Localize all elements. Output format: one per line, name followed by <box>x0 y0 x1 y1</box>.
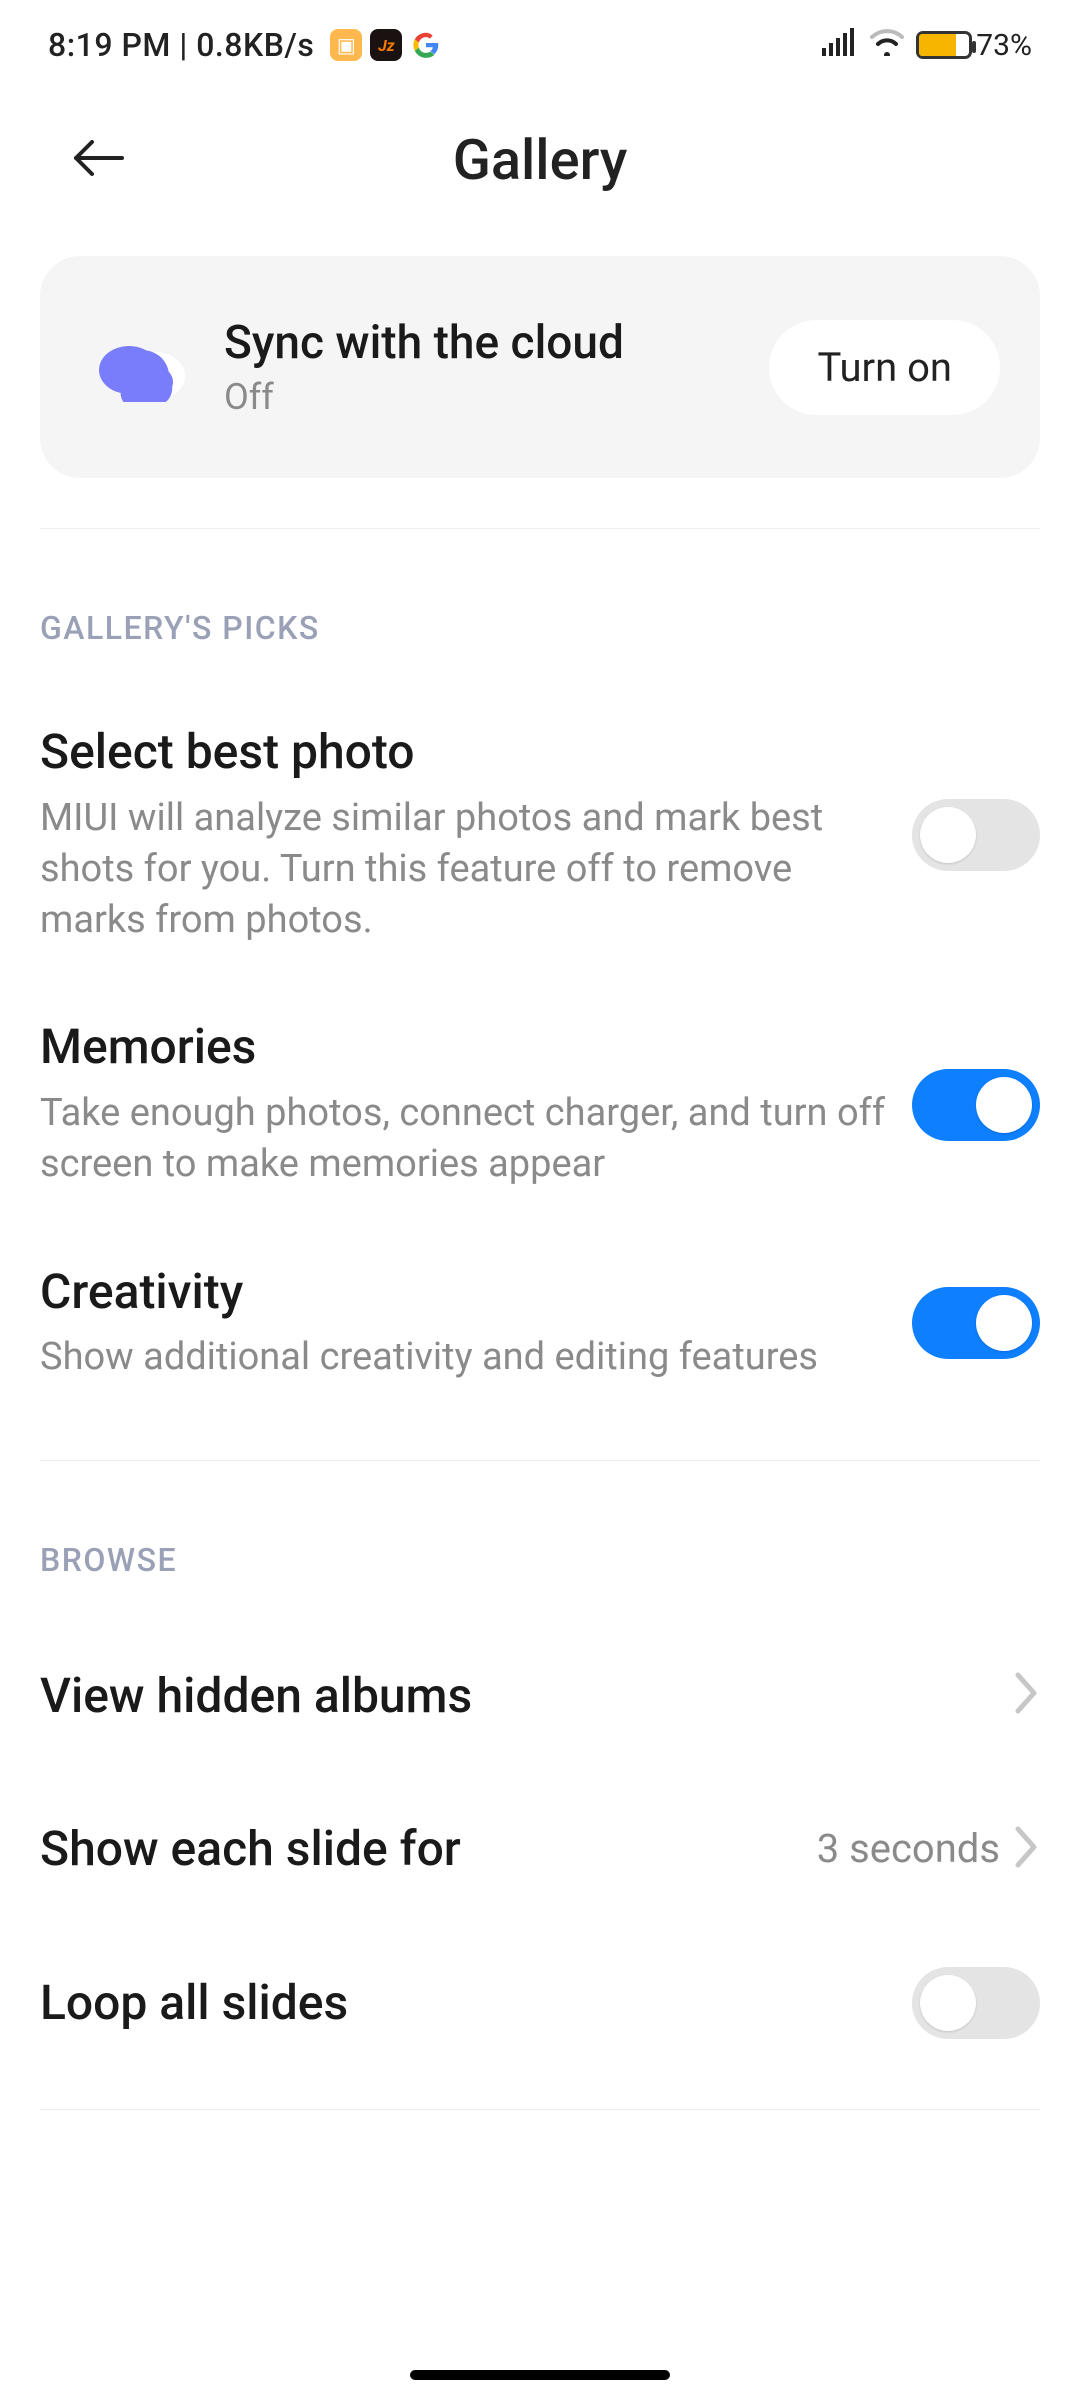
setting-creativity[interactable]: Creativity Show additional creativity an… <box>0 1227 1080 1420</box>
section-header-browse: BROWSE <box>0 1461 1080 1619</box>
setting-desc: Take enough photos, connect charger, and… <box>40 1088 892 1191</box>
wifi-icon <box>868 26 906 64</box>
setting-loop-slides[interactable]: Loop all slides <box>0 1926 1080 2080</box>
notification-app2-icon: Jz <box>370 29 402 61</box>
setting-title: Creativity <box>40 1263 892 1321</box>
setting-title: Memories <box>40 1018 892 1076</box>
back-button[interactable] <box>70 138 126 182</box>
sync-title: Sync with the cloud <box>224 316 769 370</box>
status-bar: 8:19 PM | 0.8KB/s ▣ Jz <box>0 0 1080 90</box>
setting-hidden-albums[interactable]: View hidden albums <box>0 1619 1080 1773</box>
page-title: Gallery <box>60 127 1020 193</box>
setting-title: Show each slide for <box>40 1808 797 1890</box>
setting-title: Select best photo <box>40 723 892 781</box>
status-time: 8:19 PM | 0.8KB/s <box>48 26 314 64</box>
toggle-creativity[interactable] <box>912 1287 1040 1359</box>
setting-slideshow-duration[interactable]: Show each slide for 3 seconds <box>0 1772 1080 1926</box>
chevron-right-icon <box>1014 1825 1040 1873</box>
setting-desc: Show additional creativity and editing f… <box>40 1332 892 1383</box>
section-header-picks: GALLERY'S PICKS <box>0 529 1080 687</box>
divider <box>40 2109 1040 2110</box>
chevron-right-icon <box>1014 1671 1040 1719</box>
nav-indicator <box>410 2370 670 2380</box>
cloud-icon <box>84 332 194 402</box>
setting-title: Loop all slides <box>40 1962 892 2044</box>
toggle-best-photo[interactable] <box>912 799 1040 871</box>
cellular-signal-icon <box>822 26 858 64</box>
toggle-loop-slides[interactable] <box>912 1967 1040 2039</box>
sync-card: Sync with the cloud Off Turn on <box>40 256 1040 478</box>
battery-percent: 73% <box>976 28 1032 63</box>
setting-memories[interactable]: Memories Take enough photos, connect cha… <box>0 982 1080 1226</box>
toggle-memories[interactable] <box>912 1069 1040 1141</box>
google-icon <box>410 29 442 61</box>
turn-on-button[interactable]: Turn on <box>769 320 1000 415</box>
notification-app1-icon: ▣ <box>330 29 362 61</box>
battery-icon <box>916 31 972 59</box>
sync-status: Off <box>224 376 769 418</box>
setting-value: 3 seconds <box>817 1825 1000 1872</box>
app-bar: Gallery <box>0 90 1080 230</box>
setting-desc: MIUI will analyze similar photos and mar… <box>40 793 892 947</box>
setting-select-best-photo[interactable]: Select best photo MIUI will analyze simi… <box>0 687 1080 982</box>
setting-title: View hidden albums <box>40 1655 994 1737</box>
